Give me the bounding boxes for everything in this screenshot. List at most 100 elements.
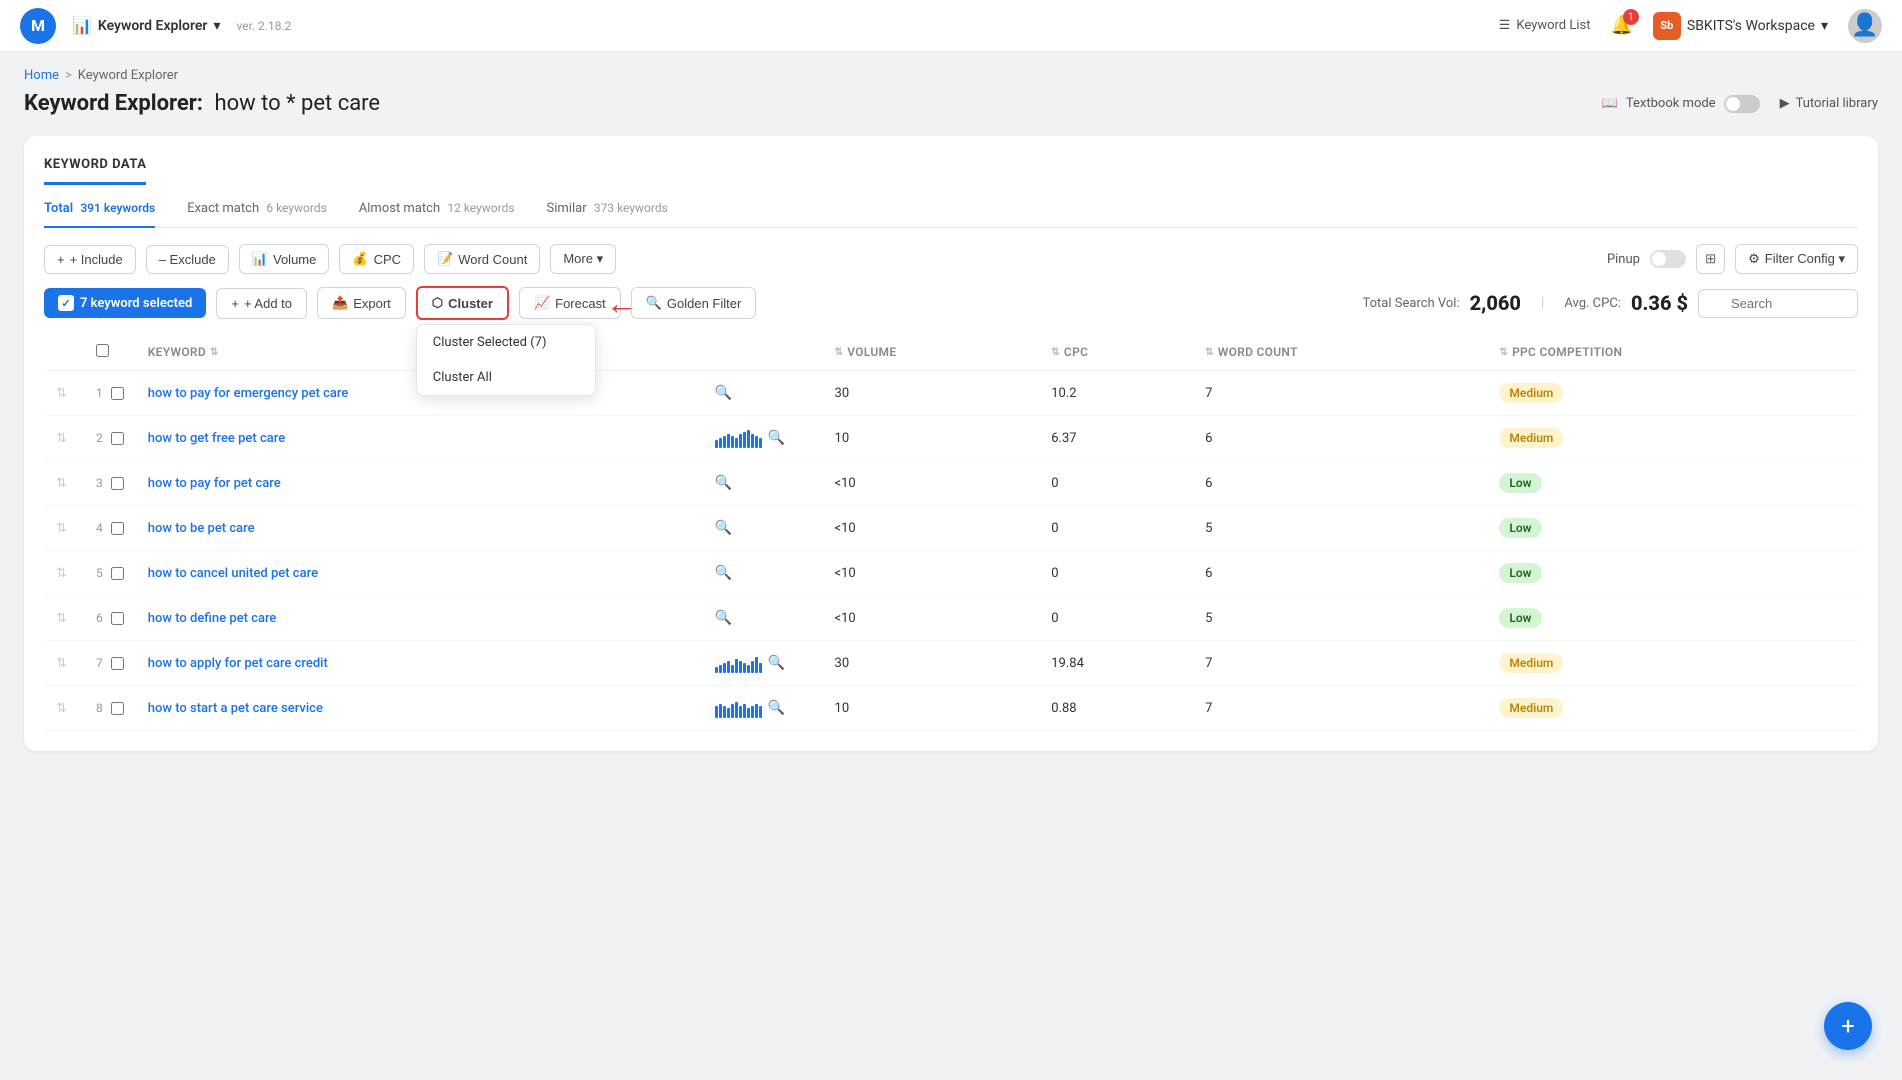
th-keyword-label: KEYWORD [148, 345, 206, 359]
drag-handle-icon[interactable]: ⇅ [56, 566, 67, 581]
page-title-query: how to * pet care [214, 91, 380, 116]
keyword-search-input[interactable] [1698, 289, 1858, 318]
drag-handle-icon[interactable]: ⇅ [56, 521, 67, 536]
drag-handle-cell: ⇅ [44, 596, 84, 641]
breadcrumb-home[interactable]: Home [24, 68, 59, 83]
drag-handle-icon[interactable]: ⇅ [56, 656, 67, 671]
grid-view-button[interactable]: ⊞ [1696, 244, 1725, 274]
drag-handle-cell: ⇅ [44, 641, 84, 686]
keyword-list-nav[interactable]: ☰ Keyword List [1499, 18, 1591, 33]
competition-badge: Low [1499, 608, 1541, 628]
keyword-search-icon[interactable]: 🔍 [715, 610, 732, 626]
word-count-label: Word Count [458, 252, 527, 267]
word-count-cell: 6 [1193, 551, 1487, 596]
more-label: More ▾ [563, 251, 603, 267]
textbook-mode-button[interactable]: 📖 Textbook mode [1602, 95, 1760, 113]
keyword-search-icon[interactable]: 🔍 [768, 430, 785, 446]
word-count-filter-button[interactable]: 📝 Word Count [424, 244, 540, 274]
drag-handle-icon[interactable]: ⇅ [56, 611, 67, 626]
cpc-filter-button[interactable]: 💰 CPC [339, 244, 414, 274]
th-checkbox [84, 334, 136, 371]
more-filter-button[interactable]: More ▾ [550, 244, 616, 274]
tab-total-label: Total [44, 201, 73, 216]
exclude-filter-button[interactable]: – Exclude [146, 245, 229, 274]
row-checkbox[interactable] [111, 432, 124, 445]
cluster-selected-item[interactable]: Cluster Selected (7) [417, 325, 595, 360]
keyword-search-icon[interactable]: 🔍 [715, 520, 732, 536]
tab-similar[interactable]: Similar 373 keywords [547, 201, 668, 228]
volume-filter-button[interactable]: 📊 Volume [239, 244, 330, 274]
row-checkbox[interactable] [111, 477, 124, 490]
export-button[interactable]: 📤 Export [317, 287, 406, 319]
notification-bell[interactable]: 🔔 1 [1610, 15, 1632, 36]
keyword-data-card: KEYWORD DATA Total 391 keywords Exact ma… [24, 136, 1878, 751]
drag-handle-icon[interactable]: ⇅ [56, 476, 67, 491]
cpc-cell: 10.2 [1039, 371, 1193, 416]
drag-handle-icon[interactable]: ⇅ [56, 431, 67, 446]
keyword-search-icon[interactable]: 🔍 [768, 655, 785, 671]
table-row: ⇅ 3 how to pay for pet care 🔍 <10 0 6 [44, 461, 1858, 506]
keyword-search-icon[interactable]: 🔍 [768, 700, 785, 716]
th-keyword-sort-icon: ⇅ [210, 347, 219, 358]
table-body: ⇅ 1 how to pay for emergency pet care 🔍 … [44, 371, 1858, 731]
competition-badge: Low [1499, 473, 1541, 493]
drag-handle-icon[interactable]: ⇅ [56, 701, 67, 716]
th-ppc-competition[interactable]: ⇅ PPC COMPETITION [1487, 334, 1858, 371]
trend-cell: 🔍 [703, 506, 823, 551]
row-checkbox[interactable] [111, 702, 124, 715]
row-checkbox[interactable] [111, 567, 124, 580]
row-checkbox[interactable] [111, 657, 124, 670]
toggle-knob [1726, 97, 1740, 111]
golden-filter-label: Golden Filter [667, 296, 741, 311]
tab-exact-match[interactable]: Exact match 6 keywords [187, 201, 327, 228]
mini-bar [719, 438, 722, 448]
tutorial-label: Tutorial library [1796, 96, 1878, 111]
cluster-all-item[interactable]: Cluster All [417, 360, 595, 395]
keyword-search-icon[interactable]: 🔍 [715, 565, 732, 581]
table-row: ⇅ 5 how to cancel united pet care 🔍 <10 … [44, 551, 1858, 596]
filter-config-button[interactable]: ⚙ Filter Config ▾ [1735, 244, 1858, 274]
th-word-count-sort-icon: ⇅ [1205, 347, 1214, 358]
cpc-cell: 0 [1039, 506, 1193, 551]
app-name-dropdown[interactable]: 📊 Keyword Explorer ▾ [72, 16, 220, 35]
user-avatar[interactable]: 👤 [1848, 9, 1882, 43]
include-filter-button[interactable]: + + Include [44, 245, 136, 274]
forecast-button[interactable]: 📈 Forecast [519, 287, 621, 319]
pinup-toggle[interactable] [1650, 250, 1686, 268]
cluster-button[interactable]: ⬡ Cluster [416, 286, 509, 320]
volume-cell: <10 [823, 461, 1040, 506]
row-num-cell: 5 [84, 551, 136, 596]
tutorial-library-button[interactable]: ▶ Tutorial library [1780, 96, 1878, 111]
filter-bar-right: Pinup ⊞ ⚙ Filter Config ▾ [1607, 244, 1858, 274]
drag-handle-icon[interactable]: ⇅ [56, 386, 67, 401]
card-title: KEYWORD DATA [44, 157, 146, 185]
th-word-count[interactable]: ⇅ WORD COUNT [1193, 334, 1487, 371]
selected-keywords-badge: ✓ 7 keyword selected [44, 288, 206, 318]
page-title: Keyword Explorer: how to * pet care [24, 91, 380, 116]
competition-badge: Low [1499, 518, 1541, 538]
golden-filter-icon: 🔍 [646, 295, 662, 311]
fab-plus-icon: + [1841, 1012, 1855, 1040]
th-cpc[interactable]: ⇅ CPC [1039, 334, 1193, 371]
add-to-button[interactable]: + + Add to [216, 288, 307, 319]
keyword-search-icon[interactable]: 🔍 [715, 385, 732, 401]
mini-bar [755, 436, 758, 448]
row-checkbox[interactable] [111, 612, 124, 625]
row-checkbox[interactable] [111, 522, 124, 535]
tab-almost-match[interactable]: Almost match 12 keywords [359, 201, 515, 228]
keyword-search-icon[interactable]: 🔍 [715, 475, 732, 491]
row-checkbox[interactable] [111, 387, 124, 400]
tab-total[interactable]: Total 391 keywords [44, 201, 155, 228]
word-count-cell: 6 [1193, 461, 1487, 506]
mini-bar [735, 659, 738, 673]
select-all-checkbox[interactable] [96, 344, 109, 357]
cpc-cell: 19.84 [1039, 641, 1193, 686]
mini-bar [743, 704, 746, 718]
fab-add-button[interactable]: + [1824, 1002, 1872, 1050]
trend-cell: 🔍 [703, 686, 823, 731]
th-volume[interactable]: ⇅ VOLUME [823, 334, 1040, 371]
golden-filter-button[interactable]: 🔍 Golden Filter [631, 287, 757, 319]
workspace-dropdown[interactable]: Sb SBKITS's Workspace ▾ [1653, 12, 1828, 40]
textbook-toggle[interactable] [1724, 95, 1760, 113]
word-count-cell: 6 [1193, 416, 1487, 461]
